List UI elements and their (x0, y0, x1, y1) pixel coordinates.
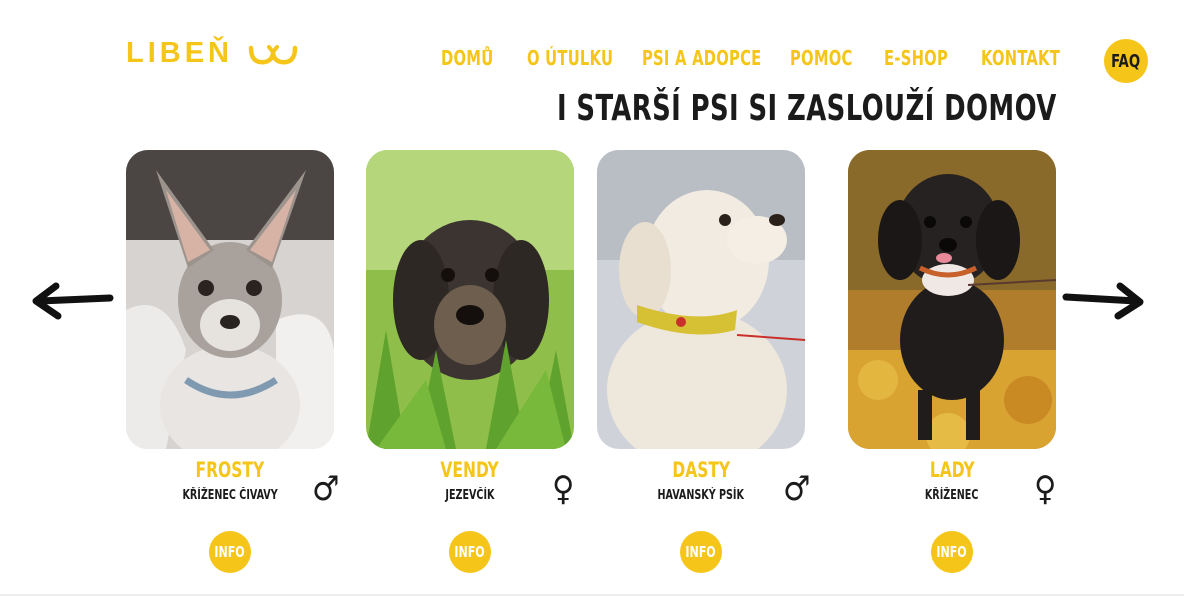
female-icon: ♀ (552, 469, 575, 509)
info-button[interactable]: INFO (680, 531, 722, 573)
dog-breed: HAVANSKÝ PSÍK (657, 488, 745, 503)
dog-breed: KŘÍŽENEC (925, 488, 979, 503)
dog-name: FROSTY (195, 458, 265, 482)
dog-name: DASTY (672, 458, 730, 482)
dog-breed: JEZEVČÍK (445, 488, 495, 503)
arrow-right-icon[interactable] (1062, 280, 1148, 322)
dog-name: LADY (929, 458, 975, 482)
hero-title: I STARŠÍ PSI SI ZASLOUŽÍ DOMOV (557, 88, 1057, 129)
dog-name: VENDY (440, 458, 500, 482)
female-icon: ♀ (1034, 469, 1057, 509)
dog-photo[interactable] (848, 150, 1056, 449)
nav-item-help[interactable]: POMOC (790, 46, 853, 70)
dog-card: DASTY HAVANSKÝ PSÍK ♂ INFO (597, 150, 810, 573)
dog-card: FROSTY KŘÍŽENEC ČIVAVY ♂ INFO (126, 150, 339, 573)
cat-whiskers-icon (247, 38, 299, 68)
info-button[interactable]: INFO (209, 531, 251, 573)
info-button[interactable]: INFO (449, 531, 491, 573)
info-button[interactable]: INFO (931, 531, 973, 573)
nav-item-eshop[interactable]: E-SHOP (884, 46, 948, 70)
logo-text: LIBEŇ (126, 36, 233, 69)
site-logo[interactable]: LIBEŇ (126, 38, 299, 68)
dog-photo[interactable] (126, 150, 334, 449)
faq-label: FAQ (1111, 50, 1141, 72)
nav-item-home[interactable]: DOMŮ (441, 46, 493, 70)
dog-card: LADY KŘÍŽENEC ♀ INFO (848, 150, 1056, 573)
nav-item-contact[interactable]: KONTAKT (981, 46, 1060, 70)
dog-photo[interactable] (597, 150, 805, 449)
nav-item-dogs-adoption[interactable]: PSI A ADOPCE (642, 46, 762, 70)
arrow-left-icon[interactable] (30, 280, 114, 322)
dog-photo[interactable] (366, 150, 574, 449)
nav-item-about[interactable]: O ÚTULKU (527, 46, 613, 70)
male-icon: ♂ (312, 469, 340, 509)
dog-breed: KŘÍŽENEC ČIVAVY (182, 488, 278, 503)
dog-card: VENDY JEZEVČÍK ♀ INFO (366, 150, 574, 573)
faq-button[interactable]: FAQ (1104, 39, 1148, 83)
male-icon: ♂ (783, 469, 811, 509)
main-nav: DOMŮ O ÚTULKU PSI A ADOPCE POMOC E-SHOP … (441, 46, 1061, 74)
